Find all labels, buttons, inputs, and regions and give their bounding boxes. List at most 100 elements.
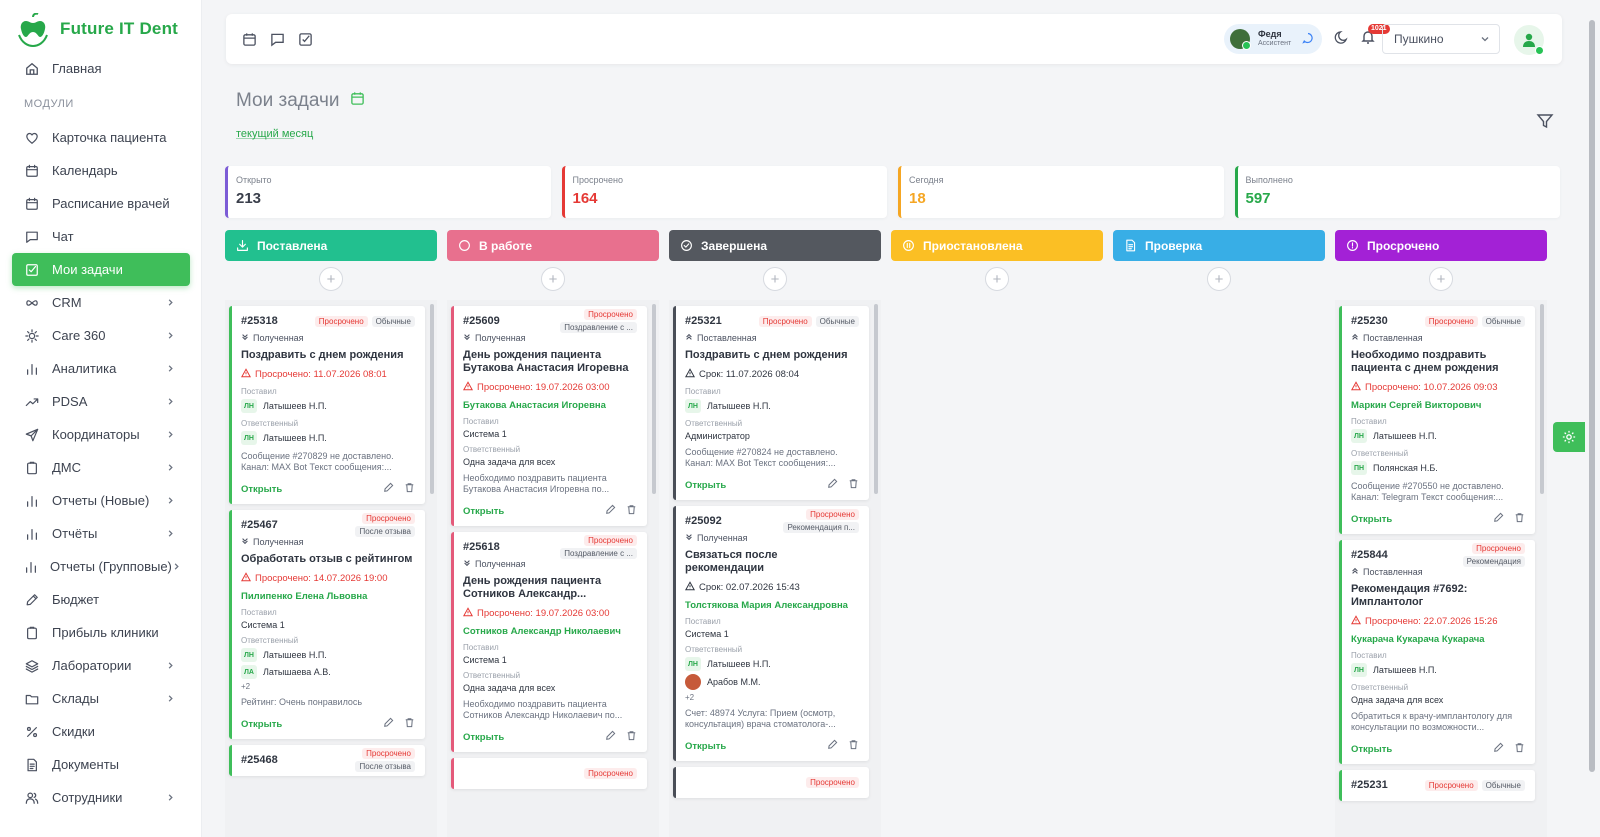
sidebar-item-16[interactable]: Прибыль клиники [0, 616, 191, 649]
add-task-button[interactable]: + [541, 267, 565, 291]
column-header[interactable]: Просрочено [1335, 230, 1547, 261]
sidebar-item-home[interactable]: Главная [0, 52, 191, 85]
patient-link[interactable]: Маркин Сергей Викторович [1351, 400, 1525, 411]
calendar-icon[interactable] [240, 30, 258, 48]
moon-icon[interactable] [1334, 30, 1349, 48]
edit-icon[interactable] [1493, 742, 1504, 756]
task-card[interactable]: Просрочено [673, 767, 869, 798]
open-task-link[interactable]: Открыть [1351, 514, 1392, 525]
column-cards[interactable]: #25318 Просрочено Обычные Полученная Поздрав… [225, 300, 437, 837]
column-scrollbar[interactable] [874, 304, 878, 494]
task-card[interactable]: #25321 Просрочено Обычные Поставленная Поздр… [673, 306, 869, 500]
column-cards[interactable]: #25609 Просрочено Поздравление с ... Получе… [447, 300, 659, 837]
open-task-link[interactable]: Открыть [241, 484, 282, 495]
trash-icon[interactable] [1514, 742, 1525, 756]
edit-icon[interactable] [383, 717, 394, 731]
column-header[interactable]: В работе [447, 230, 659, 261]
task-card[interactable]: #25844 Просрочено Рекомендация Поставленная… [1339, 540, 1535, 764]
sidebar-item-14[interactable]: Отчеты (Групповые) [0, 550, 191, 583]
more-responsible[interactable]: +2 [241, 682, 415, 691]
sidebar-item-7[interactable]: Care 360 [0, 319, 191, 352]
sidebar-item-9[interactable]: PDSA [0, 385, 191, 418]
trash-icon[interactable] [404, 717, 415, 731]
patient-link[interactable]: Пилипенко Елена Львовна [241, 591, 415, 602]
stat-card-просрочено[interactable]: Просрочено 164 [561, 166, 887, 218]
patient-link[interactable]: Бутакова Анастасия Игоревна [463, 400, 637, 411]
sidebar-item-8[interactable]: Аналитика [0, 352, 191, 385]
filter-icon[interactable] [1536, 112, 1554, 133]
edit-icon[interactable] [827, 478, 838, 492]
sidebar-item-18[interactable]: Склады [0, 682, 191, 715]
checkbox-icon[interactable] [296, 30, 314, 48]
task-card[interactable]: #25618 Просрочено Поздравление с ... Получе… [451, 532, 647, 752]
task-card[interactable]: #25609 Просрочено Поздравление с ... Получе… [451, 306, 647, 526]
task-card[interactable]: #25231 Просрочено Обычные [1339, 770, 1535, 801]
chat-bubble-icon[interactable] [1302, 32, 1314, 47]
period-link[interactable]: текущий месяц [236, 128, 313, 140]
stat-card-сегодня[interactable]: Сегодня 18 [898, 166, 1224, 218]
chat-icon[interactable] [268, 30, 286, 48]
column-scrollbar[interactable] [1540, 304, 1544, 494]
sidebar-item-12[interactable]: Отчеты (Новые) [0, 484, 191, 517]
app-logo[interactable]: Future IT Dent [0, 0, 201, 58]
sidebar-item-5[interactable]: Мои задачи [12, 253, 190, 286]
calendar-icon[interactable] [350, 90, 365, 112]
stat-card-выполнено[interactable]: Выполнено 597 [1234, 166, 1560, 218]
page-scrollbar[interactable] [1589, 20, 1595, 772]
open-task-link[interactable]: Открыть [463, 506, 504, 517]
sidebar-item-6[interactable]: CRM [0, 286, 191, 319]
sidebar-item-4[interactable]: Чат [0, 220, 191, 253]
sidebar-item-17[interactable]: Лаборатории [0, 649, 191, 682]
column-cards[interactable]: #25321 Просрочено Обычные Поставленная Поздр… [669, 300, 881, 837]
patient-link[interactable]: Сотников Александр Николаевич [463, 626, 637, 637]
edit-icon[interactable] [605, 504, 616, 518]
column-scrollbar[interactable] [430, 304, 434, 494]
add-task-button[interactable]: + [763, 267, 787, 291]
trash-icon[interactable] [848, 478, 859, 492]
column-header[interactable]: Проверка [1113, 230, 1325, 261]
profile-button[interactable] [1514, 25, 1544, 55]
sidebar-item-2[interactable]: Календарь [0, 154, 191, 187]
add-task-button[interactable]: + [319, 267, 343, 291]
open-task-link[interactable]: Открыть [685, 741, 726, 752]
task-card[interactable]: #25467 Просрочено После отзыва Полученная Об… [229, 510, 425, 739]
user-chip[interactable]: Федя Ассистент [1224, 24, 1322, 54]
sidebar-item-3[interactable]: Расписание врачей [0, 187, 191, 220]
add-task-button[interactable]: + [1207, 267, 1231, 291]
edit-icon[interactable] [605, 730, 616, 744]
add-task-button[interactable]: + [985, 267, 1009, 291]
branch-select[interactable]: Пушкино [1382, 24, 1500, 54]
sidebar-item-20[interactable]: Документы [0, 748, 191, 781]
sidebar-item-1[interactable]: Карточка пациента [0, 121, 191, 154]
sidebar-item-11[interactable]: ДМС [0, 451, 191, 484]
open-task-link[interactable]: Открыть [685, 480, 726, 491]
column-header[interactable]: Поставлена [225, 230, 437, 261]
task-card[interactable]: #25230 Просрочено Обычные Поставленная Необх… [1339, 306, 1535, 534]
stat-card-открыто[interactable]: Открыто 213 [225, 166, 551, 218]
edit-icon[interactable] [383, 482, 394, 496]
open-task-link[interactable]: Открыть [463, 732, 504, 743]
sidebar-item-13[interactable]: Отчёты [0, 517, 191, 550]
task-card[interactable]: #25092 Просрочено Рекомендация п... Получен… [673, 506, 869, 761]
open-task-link[interactable]: Открыть [1351, 744, 1392, 755]
task-card[interactable]: #25318 Просрочено Обычные Полученная Поздрав… [229, 306, 425, 504]
edit-icon[interactable] [1493, 512, 1504, 526]
settings-button[interactable] [1553, 422, 1585, 452]
trash-icon[interactable] [848, 739, 859, 753]
trash-icon[interactable] [404, 482, 415, 496]
trash-icon[interactable] [1514, 512, 1525, 526]
sidebar-item-15[interactable]: Бюджет [0, 583, 191, 616]
sidebar-item-10[interactable]: Координаторы [0, 418, 191, 451]
patient-link[interactable]: Кукарача Кукарача Кукарача [1351, 634, 1525, 645]
edit-icon[interactable] [827, 739, 838, 753]
open-task-link[interactable]: Открыть [241, 719, 282, 730]
column-scrollbar[interactable] [652, 304, 656, 494]
column-cards[interactable]: #25230 Просрочено Обычные Поставленная Необх… [1335, 300, 1547, 837]
column-header[interactable]: Приостановлена [891, 230, 1103, 261]
more-responsible[interactable]: +2 [685, 693, 859, 702]
sidebar-item-21[interactable]: Сотрудники [0, 781, 191, 814]
task-card[interactable]: #25468 Просрочено После отзыва [229, 745, 425, 776]
patient-link[interactable]: Толстякова Мария Александровна [685, 600, 859, 611]
task-card[interactable]: Просрочено [451, 758, 647, 789]
bell-icon[interactable]: 1021 [1360, 24, 1390, 48]
